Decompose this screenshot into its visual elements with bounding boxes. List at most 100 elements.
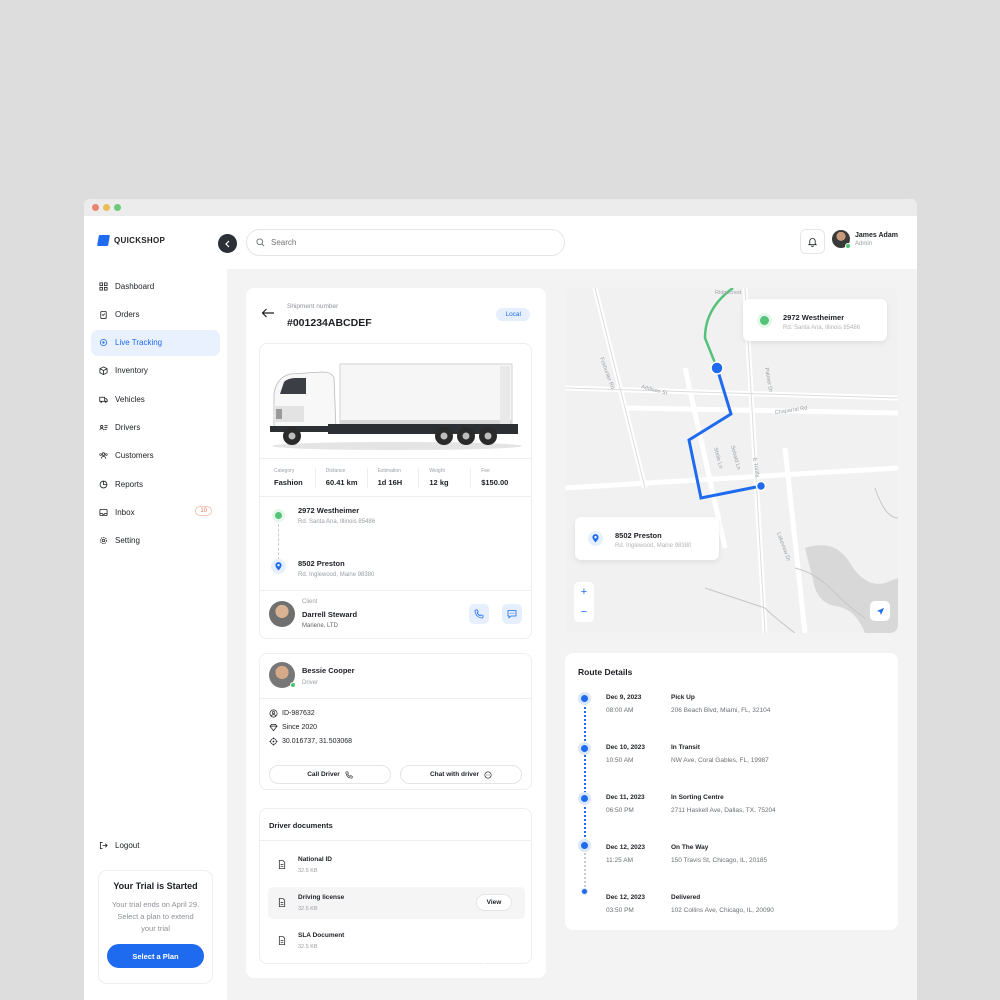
watermark: مستقل mostaql.com: [435, 918, 525, 965]
sidebar-item-drivers[interactable]: Drivers: [91, 414, 220, 440]
stat-label: Fee: [481, 468, 490, 474]
stat-label: Category: [274, 468, 295, 474]
user-menu[interactable]: James Adam Admin: [832, 230, 898, 249]
sidebar-item-live-tracking[interactable]: Live Tracking: [91, 329, 220, 356]
destination-location: 8502 Preston Rd. Inglewood, Maine 98380: [298, 559, 374, 578]
back-arrow-icon[interactable]: [261, 308, 275, 318]
step-status: In Sorting Centre: [671, 794, 724, 801]
truck-position-marker[interactable]: [710, 361, 724, 375]
street-label: Stelle Ln: [712, 447, 723, 469]
trial-text: Your trial ends on April 29. Select a pl…: [111, 900, 200, 933]
origin-location: 2972 Westheimer Rd. Santa Ana, Illinois …: [298, 506, 375, 525]
document-row[interactable]: National ID 32.5 KB: [268, 849, 525, 881]
logout-button[interactable]: Logout: [99, 841, 139, 850]
stat-value: 12 kg: [429, 478, 449, 487]
stat-value: 60.41 km: [325, 478, 358, 487]
street-label: Chaparral Rd: [774, 405, 807, 415]
timeline-dot: [578, 792, 591, 805]
chat-driver-button[interactable]: Chat with driver: [400, 765, 522, 784]
driver-name: Bessie Cooper: [302, 666, 355, 675]
street-label: Palmer Dr: [763, 367, 773, 393]
shipment-type-tag: Local: [496, 308, 530, 321]
step-time: 06:50 PM: [606, 807, 634, 814]
stat-fee: Fee $150.00: [471, 468, 522, 488]
document-row[interactable]: Driving license 32.5 KB View: [268, 887, 525, 919]
sidebar-item-customers[interactable]: Customers: [91, 443, 220, 469]
destination-popup[interactable]: 8502 Preston Rd. Inglewood, Maine 98380: [575, 517, 719, 560]
step-status: Pick Up: [671, 694, 695, 701]
sidebar-item-dashboard[interactable]: Dashboard: [91, 273, 220, 299]
user-circle-icon: [269, 709, 278, 718]
locate-button[interactable]: [870, 601, 890, 621]
users-icon: [99, 452, 108, 460]
search-box[interactable]: [246, 229, 565, 256]
divider: [260, 496, 531, 497]
divider: [260, 458, 531, 459]
sidebar-item-setting[interactable]: Setting: [91, 528, 220, 554]
sidebar-item-label: Orders: [115, 309, 140, 319]
step-time: 11:25 AM: [606, 857, 633, 864]
box-icon: [99, 366, 108, 376]
select-plan-button[interactable]: Select a Plan: [107, 944, 204, 968]
minimize-window-dot[interactable]: [103, 204, 110, 211]
sidebar-item-reports[interactable]: Reports: [91, 471, 220, 497]
phone-icon: [345, 770, 353, 779]
popup-origin-name: 2972 Westheimer: [783, 313, 845, 322]
document-name: National ID: [298, 856, 332, 863]
phone-icon: [474, 609, 484, 619]
notifications-button[interactable]: [800, 229, 825, 254]
traveled-route: [703, 288, 734, 369]
call-driver-button[interactable]: Call Driver: [269, 765, 391, 784]
step-address: 102 Collins Ave, Chicago, IL, 20090: [671, 907, 774, 914]
logout-icon: [99, 841, 108, 850]
close-window-dot[interactable]: [92, 204, 99, 211]
stat-label: Estimation: [377, 468, 401, 474]
popup-destination-address: Rd. Inglewood, Maine 98380: [615, 543, 692, 549]
zoom-in-button[interactable]: +: [581, 586, 587, 598]
timeline-dot: [581, 888, 588, 895]
step-address: 206 Beach Blvd, Miami, FL, 32104: [671, 707, 771, 714]
driver-since: Since 2020: [269, 723, 317, 732]
collapse-sidebar-button[interactable]: [218, 234, 237, 253]
step-address: 2711 Haskell Ave, Dallas, TX, 75204: [671, 807, 776, 814]
sidebar-item-inbox[interactable]: Inbox 10: [91, 499, 220, 525]
maximize-window-dot[interactable]: [114, 204, 121, 211]
destination-marker[interactable]: [755, 480, 767, 492]
diamond-icon: [269, 723, 278, 732]
origin-popup[interactable]: 2972 Westheimer Rd. Santa Ana, Illinois …: [743, 299, 887, 341]
origin-dot-icon: [275, 512, 282, 519]
live-map[interactable]: Ridgecrest Foxhunter Rd Addison St Palme…: [565, 288, 898, 633]
target-icon: [99, 339, 108, 347]
timeline-pending-line: [584, 849, 586, 891]
popup-destination-name: 8502 Preston: [615, 531, 662, 540]
chevron-left-icon: [224, 240, 229, 247]
sidebar-item-label: Setting: [115, 536, 140, 546]
sidebar-item-label: Inbox: [115, 507, 135, 517]
call-client-button[interactable]: [469, 604, 489, 624]
navigation-arrow-icon: [876, 607, 884, 615]
message-client-button[interactable]: [502, 604, 522, 624]
sidebar-item-label: Vehicles: [115, 394, 145, 404]
street-label: Sebald Ln: [729, 445, 741, 470]
origin-address: Rd. Santa Ana, Illinois 85486: [298, 519, 376, 525]
sidebar-item-orders[interactable]: Orders: [91, 301, 220, 327]
sidebar-item-label: Reports: [115, 479, 144, 489]
zoom-out-button[interactable]: −: [581, 606, 587, 618]
destination-pin-icon: [588, 531, 603, 546]
call-driver-label: Call Driver: [307, 771, 340, 778]
gear-icon: [99, 537, 108, 545]
document-icon: [278, 898, 286, 907]
view-document-button[interactable]: View: [476, 894, 512, 911]
main-content: Shipment number #001234ABCDEF Local Cate…: [227, 269, 917, 1000]
search-input[interactable]: [271, 238, 521, 247]
driver-role: Driver: [302, 680, 318, 686]
step-address: 150 Travis St, Chicago, IL, 20185: [671, 857, 768, 864]
brand-logo[interactable]: QUICKSHOP: [97, 235, 165, 246]
user-name: James Adam: [855, 231, 898, 239]
sidebar-item-vehicles[interactable]: Vehicles: [91, 386, 220, 412]
driver-since-value: Since 2020: [282, 724, 318, 731]
trial-card: Your Trial is Started Your trial ends on…: [98, 870, 213, 984]
sidebar-item-inventory[interactable]: Inventory: [91, 358, 220, 384]
step-date: Dec 11, 2023: [606, 794, 645, 801]
step-date: Dec 10, 2023: [606, 744, 646, 751]
